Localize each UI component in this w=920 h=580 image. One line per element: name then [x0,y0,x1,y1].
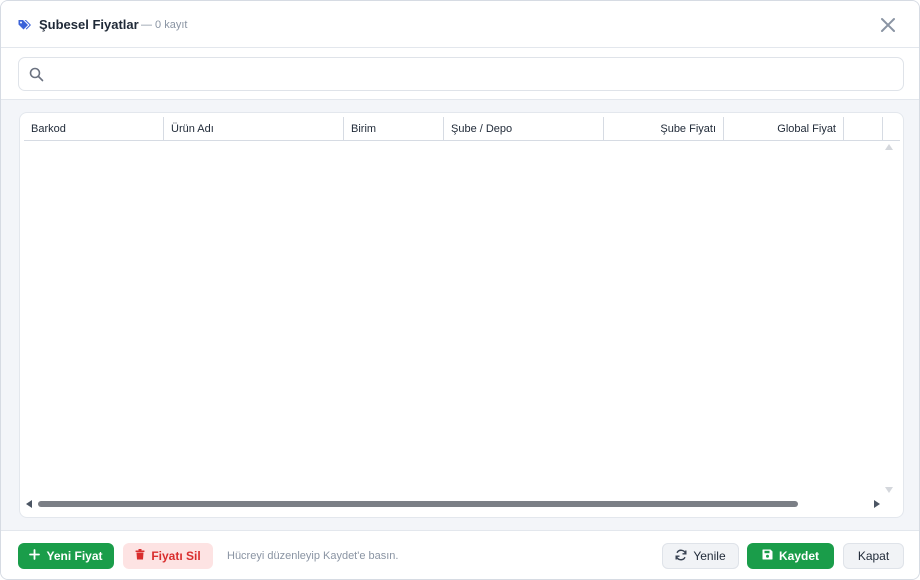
column-header-unit[interactable]: Birim [344,117,444,141]
close-label: Kapat [857,549,890,563]
search-area [1,48,919,100]
search-input[interactable] [53,62,893,86]
refresh-icon [675,549,687,564]
refresh-label: Yenile [693,549,726,563]
column-header-branch-price[interactable]: Şube Fiyatı [604,117,724,141]
scroll-down-arrow-icon[interactable] [885,487,893,493]
dialog-window: Şubesel Fiyatlar — 0 kayıt Barkod Ürün A… [0,0,920,580]
trash-icon [135,549,145,563]
scroll-right-arrow-icon[interactable] [874,500,880,508]
horizontal-scroll-thumb[interactable] [38,501,798,507]
save-button[interactable]: Kaydet [747,543,834,569]
column-header-global-price[interactable]: Global Fiyat [724,117,844,141]
vertical-scrollbar[interactable] [882,141,896,497]
record-count: — 0 kayıt [141,19,188,31]
title-bar: Şubesel Fiyatlar — 0 kayıt [1,1,919,48]
footer-bar: Yeni Fiyat Fiyatı Sil Hücreyi düzenleyip… [1,530,919,579]
horizontal-scrollbar[interactable] [24,497,882,511]
column-header-branch-warehouse[interactable]: Şube / Depo [444,117,604,141]
scroll-left-arrow-icon[interactable] [26,500,32,508]
prices-grid[interactable]: Barkod Ürün Adı Birim Şube / Depo Şube F… [19,112,904,518]
plus-icon [29,549,41,563]
column-header-product-name[interactable]: Ürün Adı [164,117,344,141]
search-box[interactable] [18,57,904,91]
floppy-disk-icon [762,549,773,563]
close-button[interactable]: Kapat [843,543,904,569]
refresh-button[interactable]: Yenile [662,543,739,569]
new-price-label: Yeni Fiyat [46,549,103,563]
save-label: Kaydet [778,549,819,563]
delete-price-button[interactable]: Fiyatı Sil [123,543,213,569]
column-header-spacer [844,117,883,141]
grid-header: Barkod Ürün Adı Birim Şube / Depo Şube F… [24,117,900,141]
tags-icon [17,17,33,33]
search-icon [29,67,44,82]
new-price-button[interactable]: Yeni Fiyat [18,543,114,569]
delete-price-label: Fiyatı Sil [151,549,201,563]
edit-hint-text: Hücreyi düzenleyip Kaydet'e basın. [227,550,399,562]
column-header-barcode[interactable]: Barkod [24,117,164,141]
close-icon[interactable] [877,14,899,36]
dialog-title: Şubesel Fiyatlar [39,17,139,32]
scroll-up-arrow-icon[interactable] [885,144,893,150]
